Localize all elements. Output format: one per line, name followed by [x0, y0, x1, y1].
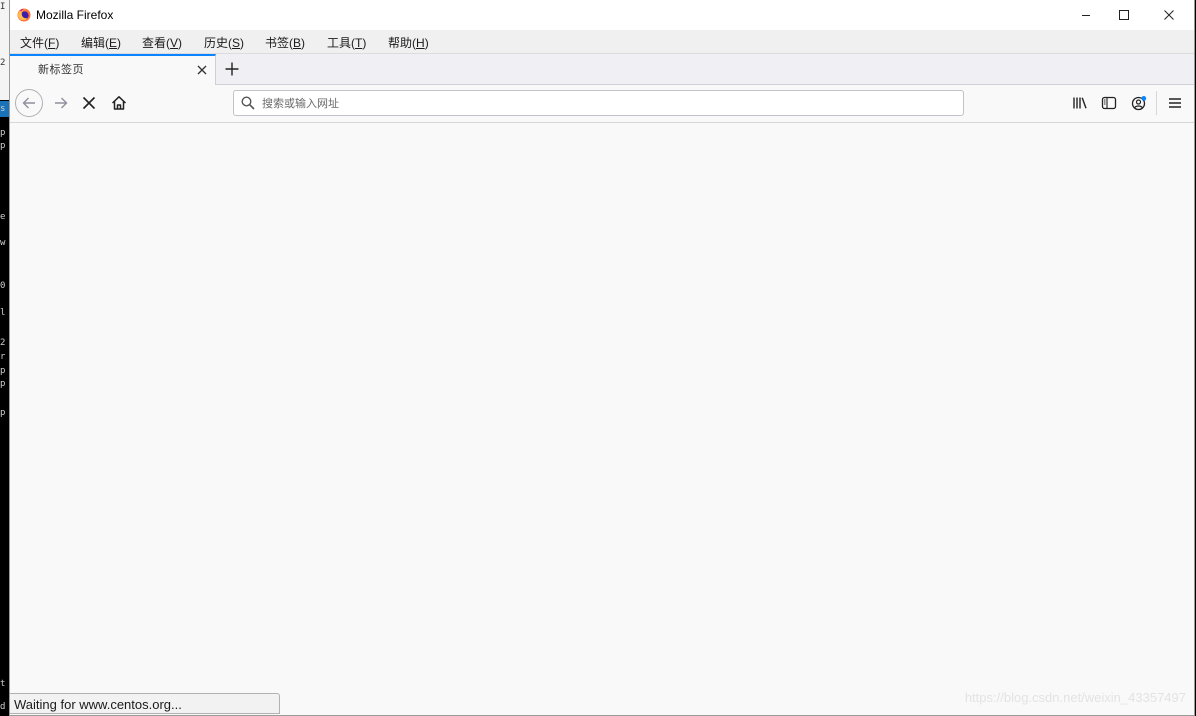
firefox-window: Mozilla Firefox 文件(F) 编辑(E) 查看(V) 历史(S) …: [9, 0, 1195, 716]
terminal-char: p: [0, 366, 6, 376]
firefox-logo: [17, 8, 31, 22]
menu-file[interactable]: 文件(F): [20, 34, 59, 51]
sidebar-button[interactable]: [1096, 90, 1122, 116]
sidebar-icon: [1101, 96, 1117, 110]
menu-view[interactable]: 查看(V): [142, 34, 182, 51]
menu-bookmarks-key: B: [293, 36, 302, 50]
menu-help[interactable]: 帮助(H): [388, 34, 429, 51]
menu-file-label: 文件: [20, 36, 45, 50]
terminal-char: p: [0, 408, 6, 418]
terminal-char: l: [0, 308, 6, 318]
tab-new-tab[interactable]: 新标签页: [10, 54, 216, 85]
menu-history-label: 历史: [204, 36, 229, 50]
page-content: [10, 123, 1194, 715]
terminal-char: 2: [0, 338, 6, 348]
terminal-char: p: [0, 141, 6, 151]
home-button[interactable]: [105, 89, 133, 117]
terminal-char: 0: [0, 281, 6, 291]
tab-close-icon: [197, 65, 207, 75]
terminal-char: I: [0, 2, 6, 12]
menu-history[interactable]: 历史(S): [204, 34, 244, 51]
terminal-char: w: [0, 238, 6, 248]
menu-button[interactable]: [1162, 90, 1188, 116]
menu-view-key: V: [170, 36, 179, 50]
tab-close-button[interactable]: [193, 61, 211, 79]
menu-history-key: S: [232, 36, 241, 50]
hamburger-menu-icon: [1169, 98, 1181, 108]
title-bar: Mozilla Firefox: [10, 0, 1194, 30]
forward-button[interactable]: [47, 89, 75, 117]
terminal-char: r: [0, 352, 6, 362]
menu-edit-key: E: [109, 36, 118, 50]
forward-icon: [55, 97, 68, 109]
status-panel: Waiting for www.centos.org...: [10, 693, 280, 714]
menu-tools[interactable]: 工具(T): [327, 34, 366, 51]
menu-bookmarks[interactable]: 书签(B): [265, 34, 305, 51]
terminal-char: t: [0, 679, 6, 689]
menu-tools-label: 工具: [327, 36, 352, 50]
menu-view-label: 查看: [142, 36, 167, 50]
menu-help-key: H: [416, 36, 425, 50]
menu-bookmarks-label: 书签: [265, 36, 290, 50]
new-tab-button[interactable]: [221, 58, 243, 80]
terminal-char: p: [0, 128, 6, 138]
close-button[interactable]: [1152, 4, 1186, 26]
stop-icon: [82, 96, 96, 110]
navigation-toolbar: [10, 85, 1194, 123]
menu-tools-key: T: [355, 36, 363, 50]
account-icon: [1131, 96, 1147, 111]
status-text: Waiting for www.centos.org...: [14, 697, 182, 712]
library-icon: [1073, 97, 1087, 109]
menu-edit[interactable]: 编辑(E): [81, 34, 121, 51]
terminal-char: e: [0, 212, 6, 222]
account-button[interactable]: [1126, 90, 1152, 116]
maximize-button[interactable]: [1107, 4, 1141, 26]
close-icon: [1164, 10, 1174, 20]
back-icon: [22, 97, 35, 109]
watermark: https://blog.csdn.net/weixin_43357497: [964, 690, 1186, 705]
library-button[interactable]: [1067, 90, 1093, 116]
minimize-icon: [1082, 15, 1090, 16]
tab-strip: 新标签页: [10, 54, 1194, 85]
url-input[interactable]: [262, 93, 952, 113]
stop-button[interactable]: [75, 89, 103, 117]
terminal-char: 2: [0, 58, 6, 68]
menu-bar: 文件(F) 编辑(E) 查看(V) 历史(S) 书签(B) 工具(T) 帮助(H…: [10, 30, 1194, 54]
window-title: Mozilla Firefox: [36, 8, 114, 22]
terminal-char: p: [0, 379, 6, 389]
minimize-button[interactable]: [1069, 4, 1103, 26]
back-button[interactable]: [15, 89, 43, 117]
plus-icon: [225, 62, 239, 76]
terminal-char: s: [0, 104, 6, 114]
home-icon: [111, 96, 127, 110]
menu-edit-label: 编辑: [81, 36, 106, 50]
search-icon: [241, 96, 255, 110]
toolbar-separator: [1156, 91, 1157, 115]
url-bar[interactable]: [233, 90, 964, 116]
maximize-icon: [1119, 10, 1129, 20]
terminal-char: d: [0, 702, 6, 712]
menu-help-label: 帮助: [388, 36, 413, 50]
tab-title: 新标签页: [38, 63, 84, 76]
menu-file-key: F: [48, 36, 56, 50]
